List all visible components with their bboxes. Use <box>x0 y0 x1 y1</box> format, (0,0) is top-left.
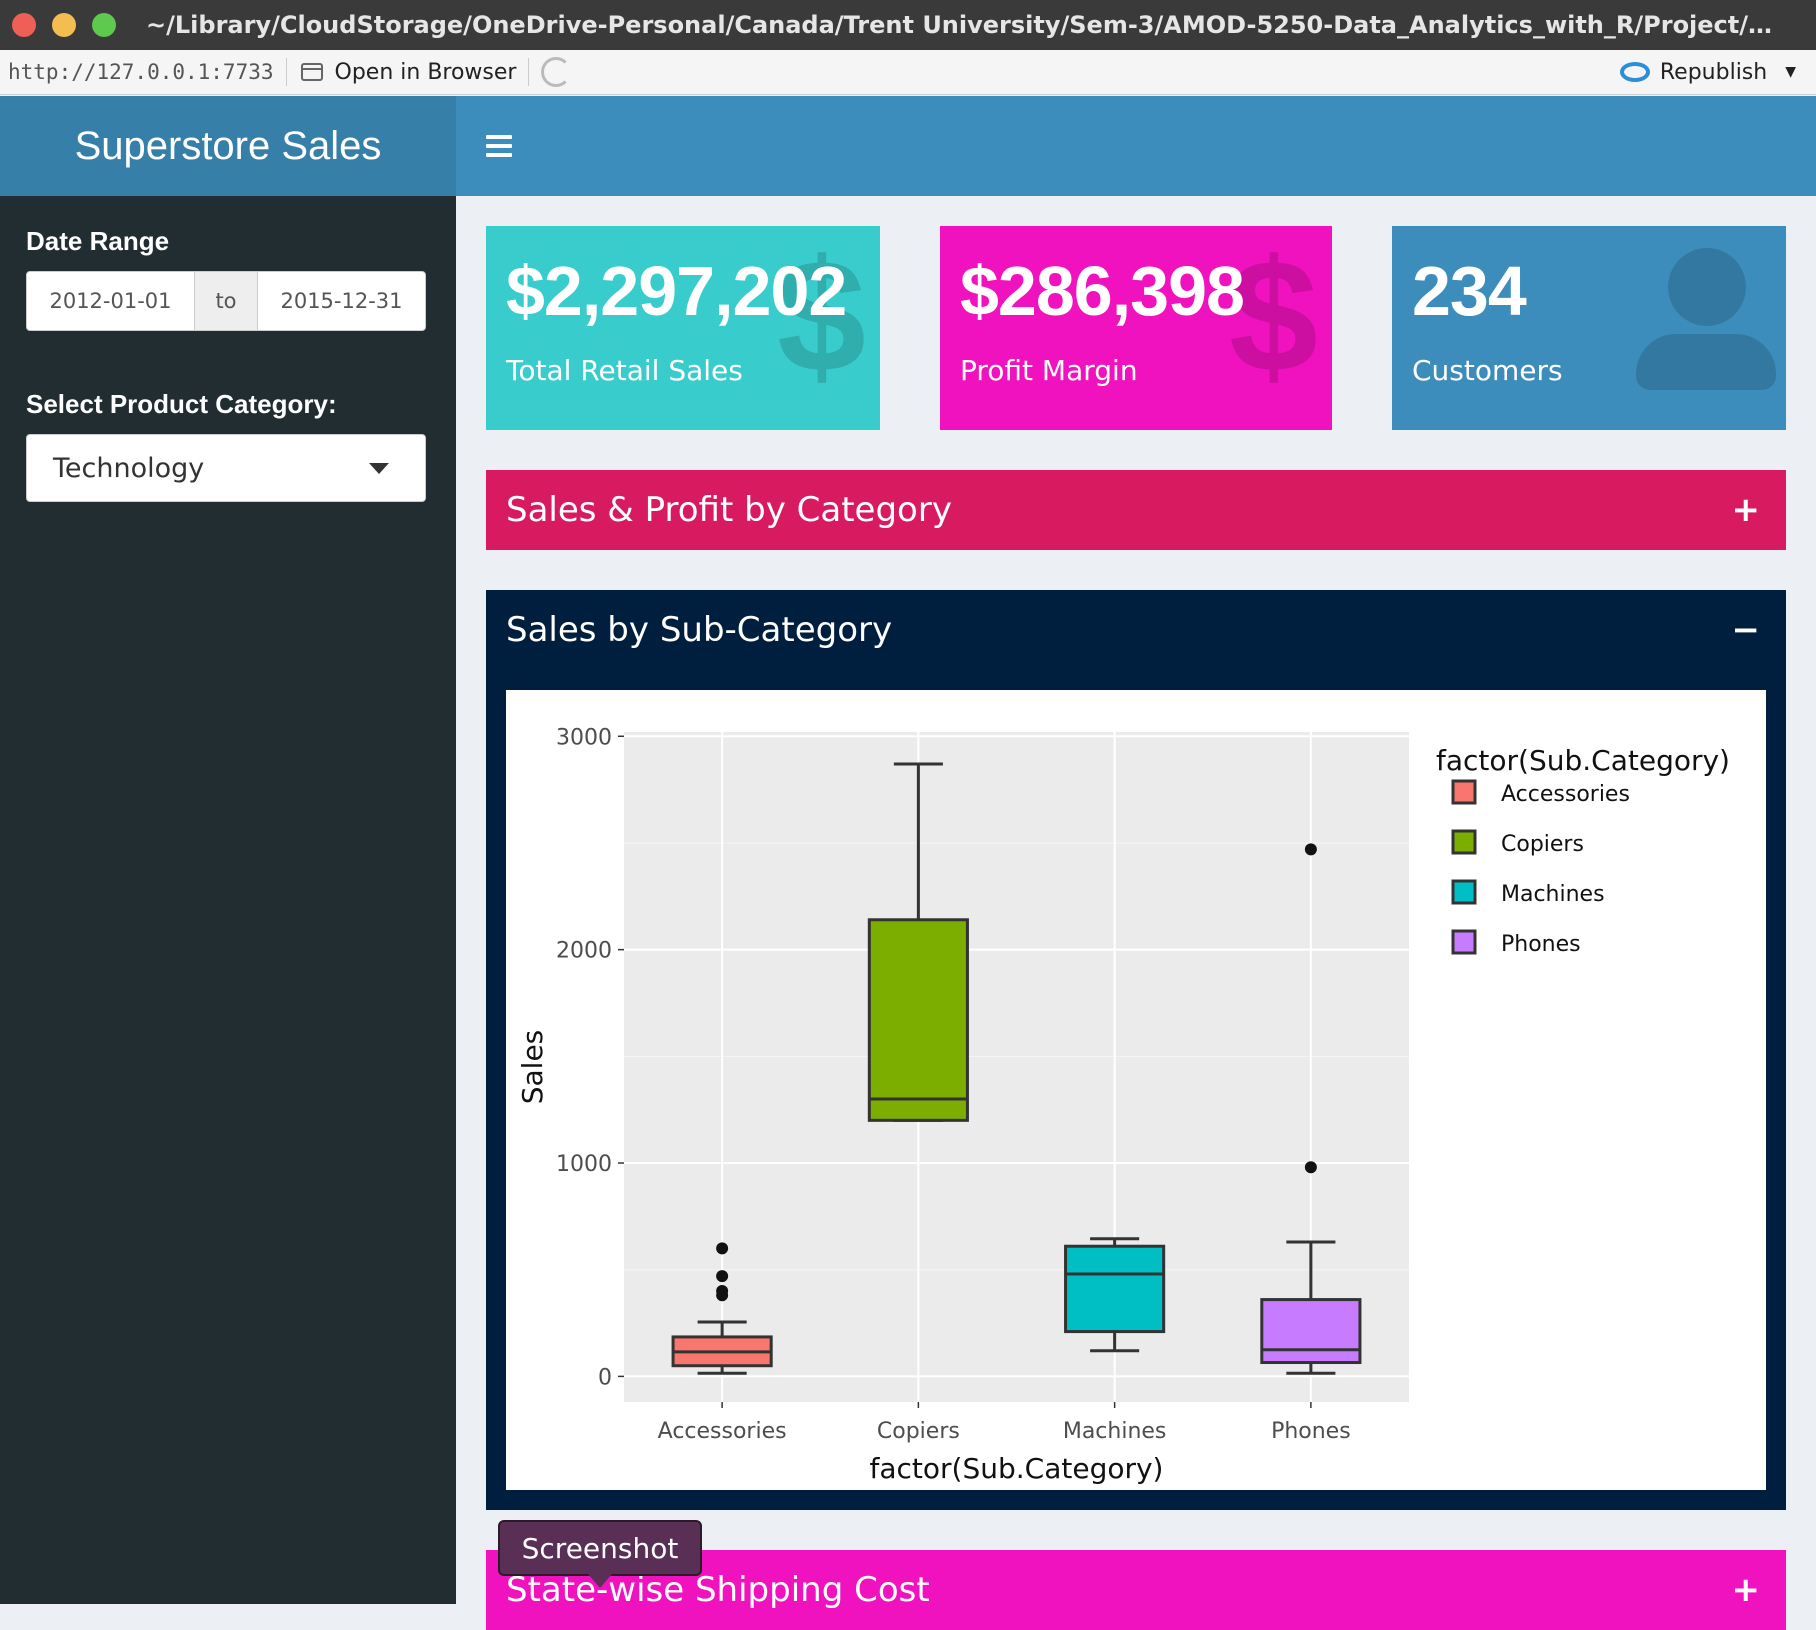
x-tick-label: Copiers <box>877 1419 960 1444</box>
republish-label: Republish <box>1659 59 1768 85</box>
expand-plus-icon[interactable]: + <box>1732 1570 1761 1610</box>
sales-profit-box-header[interactable]: Sales & Profit by Category + <box>486 470 1786 550</box>
expand-plus-icon[interactable]: + <box>1732 490 1761 530</box>
toolbar-divider <box>285 58 287 86</box>
outlier-point <box>1304 1161 1317 1174</box>
customers-label: Customers <box>1412 354 1563 387</box>
publish-icon <box>1619 62 1650 82</box>
date-end-input[interactable]: 2015-12-31 <box>258 272 425 330</box>
legend-label: Phones <box>1501 932 1581 957</box>
profit-margin-value: $286,398 <box>960 252 1245 330</box>
collapse-minus-icon[interactable]: − <box>1732 610 1761 650</box>
date-separator: to <box>194 272 258 330</box>
window-titlebar: ~/Library/CloudStorage/OneDrive-Personal… <box>0 0 1816 50</box>
subcategory-box-title: Sales by Sub-Category <box>506 610 893 650</box>
y-tick-label: 2000 <box>556 939 612 964</box>
date-start-input[interactable]: 2012-01-01 <box>27 272 194 330</box>
y-tick-label: 0 <box>598 1365 612 1390</box>
app-logo-title[interactable]: Superstore Sales <box>0 96 456 196</box>
zoom-window-button[interactable] <box>92 13 116 37</box>
customers-value: 234 <box>1412 252 1527 330</box>
box-machines <box>1064 1244 1166 1334</box>
sidebar-toggle-icon[interactable] <box>486 135 512 157</box>
x-tick-label: Phones <box>1271 1419 1351 1444</box>
total-sales-valuebox: $ $2,297,202 Total Retail Sales <box>486 226 880 430</box>
y-axis-title: Sales <box>516 1030 549 1105</box>
category-select-value: Technology <box>53 452 205 484</box>
sales-profit-box-title: Sales & Profit by Category <box>506 490 952 530</box>
app-navbar <box>456 96 1816 196</box>
toolbar-divider <box>528 58 530 86</box>
minimize-window-button[interactable] <box>52 13 76 37</box>
category-select[interactable]: Technology <box>26 434 426 502</box>
x-tick-label: Accessories <box>658 1419 787 1444</box>
profit-margin-label: Profit Margin <box>960 354 1138 387</box>
url-text: http://127.0.0.1:7733 <box>8 60 274 84</box>
date-range-input: 2012-01-01 to 2015-12-31 <box>26 271 426 331</box>
close-window-button[interactable] <box>12 13 36 37</box>
open-in-browser-button[interactable]: Open in Browser <box>299 59 517 85</box>
caret-down-icon <box>369 463 389 474</box>
date-range-label: Date Range <box>26 226 170 256</box>
legend-key <box>1451 879 1477 905</box>
customers-valuebox: 234 Customers <box>1392 226 1786 430</box>
republish-button[interactable]: Republish ▼ <box>1619 59 1796 85</box>
legend-key <box>1451 929 1477 955</box>
refresh-icon[interactable] <box>541 57 572 87</box>
boxplot-chart: 0 1000 2000 3000 Accessories Copiers Machines P… <box>516 725 1730 1485</box>
profit-margin-valuebox: $ $286,398 Profit Margin <box>940 226 1332 430</box>
window-title: ~/Library/CloudStorage/OneDrive-Personal… <box>146 11 1786 39</box>
user-icon <box>1636 248 1776 390</box>
shipping-box-title: State-wise Shipping Cost <box>506 1570 930 1610</box>
open-in-browser-label: Open in Browser <box>334 59 517 85</box>
legend-label: Machines <box>1501 882 1605 907</box>
category-select-label: Select Product Category: <box>26 389 337 419</box>
legend-key <box>1451 829 1477 855</box>
legend-label: Accessories <box>1501 782 1630 807</box>
y-tick-label: 3000 <box>556 725 612 750</box>
legend-title: factor(Sub.Category) <box>1436 744 1730 777</box>
viewer-toolbar: http://127.0.0.1:7733 Open in Browser Re… <box>0 50 1816 95</box>
box-copiers <box>867 918 969 1122</box>
sidebar: Date Range 2012-01-01 to 2015-12-31 Sele… <box>0 196 456 1604</box>
legend-key <box>1451 779 1477 805</box>
x-tick-label: Machines <box>1063 1419 1167 1444</box>
outlier-point <box>716 1270 729 1283</box>
box-phones <box>1260 1298 1362 1365</box>
outlier-point <box>716 1242 729 1255</box>
outlier-point <box>716 1285 729 1298</box>
x-axis-title: factor(Sub.Category) <box>870 1452 1164 1485</box>
boxplot-container: 0 1000 2000 3000 Accessories Copiers Machines P… <box>506 690 1766 1490</box>
legend-label: Copiers <box>1501 832 1584 857</box>
total-sales-label: Total Retail Sales <box>506 354 743 387</box>
total-sales-value: $2,297,202 <box>506 252 847 330</box>
window-controls <box>12 13 116 37</box>
browser-icon <box>300 63 323 81</box>
outlier-point <box>1304 843 1317 856</box>
y-tick-label: 1000 <box>556 1152 612 1177</box>
screenshot-tooltip: Screenshot <box>498 1520 702 1588</box>
chevron-down-icon[interactable]: ▼ <box>1785 64 1796 80</box>
subcategory-box-header: Sales by Sub-Category − <box>486 590 1786 670</box>
subcategory-box: Sales by Sub-Category − 0 1000 2000 3000 Acc… <box>486 590 1786 1510</box>
